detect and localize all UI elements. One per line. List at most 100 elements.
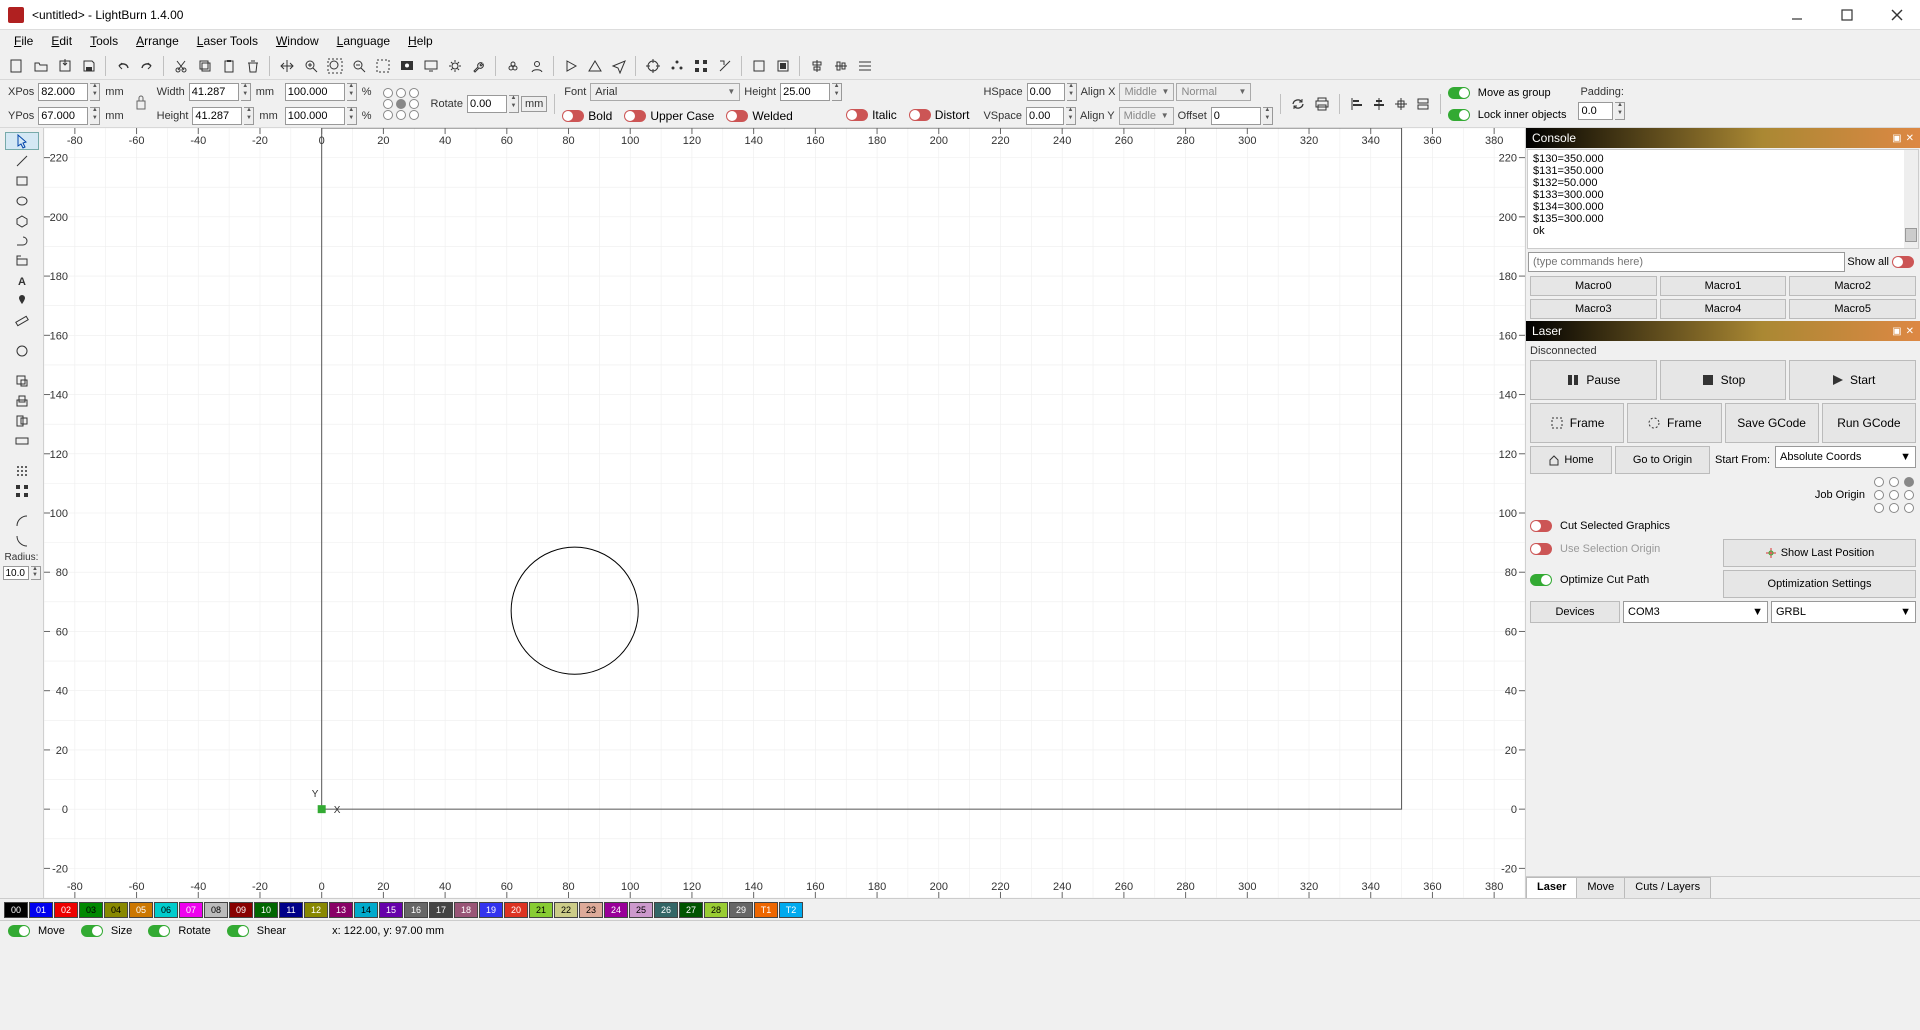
line-tool-icon[interactable] xyxy=(5,152,39,170)
devices-button[interactable]: Devices xyxy=(1530,601,1620,623)
color-swatch[interactable]: 17 xyxy=(429,902,453,918)
pct-spinner[interactable]: ▲▼ xyxy=(347,107,357,125)
rotate-spinner[interactable]: ▲▼ xyxy=(509,95,519,113)
menu-language[interactable]: Language xyxy=(329,32,398,50)
save-gcode-button[interactable]: Save GCode xyxy=(1725,403,1819,443)
color-swatch[interactable]: 25 xyxy=(629,902,653,918)
run-gcode-button[interactable]: Run GCode xyxy=(1822,403,1916,443)
go-origin-button[interactable]: Go to Origin xyxy=(1615,446,1710,474)
align-middle-icon[interactable] xyxy=(1369,94,1389,114)
delete-icon[interactable] xyxy=(242,55,263,76)
color-swatch[interactable]: 19 xyxy=(479,902,503,918)
italic-toggle[interactable] xyxy=(846,109,868,121)
color-swatch[interactable]: 29 xyxy=(729,902,753,918)
ypos-spinner[interactable]: ▲▼ xyxy=(90,107,100,125)
measure-tool-icon[interactable] xyxy=(5,312,39,330)
color-swatch[interactable]: 18 xyxy=(454,902,478,918)
zoom-in-icon[interactable] xyxy=(300,55,321,76)
open-icon[interactable] xyxy=(30,55,51,76)
undo-icon[interactable] xyxy=(112,55,133,76)
console-input[interactable] xyxy=(1528,252,1845,272)
node-edit-b-icon[interactable] xyxy=(5,392,39,410)
align-v-icon[interactable] xyxy=(806,55,827,76)
color-swatch[interactable]: 06 xyxy=(154,902,178,918)
color-swatch[interactable]: 22 xyxy=(554,902,578,918)
menu-window[interactable]: Window xyxy=(268,32,327,50)
save-icon[interactable] xyxy=(78,55,99,76)
aligny-select[interactable]: Middle▼ xyxy=(1119,107,1174,125)
tool-a-icon[interactable] xyxy=(748,55,769,76)
welded-toggle[interactable] xyxy=(726,110,748,122)
tab-tool-icon[interactable] xyxy=(5,252,39,270)
font-select[interactable]: Arial▼ xyxy=(590,83,740,101)
pcth-input[interactable] xyxy=(285,107,345,125)
align-stack-icon[interactable] xyxy=(1413,94,1433,114)
macro-button[interactable]: Macro1 xyxy=(1660,276,1787,296)
gear-icon[interactable] xyxy=(444,55,465,76)
pin-tool-icon[interactable] xyxy=(5,292,39,310)
menu-laser-tools[interactable]: Laser Tools xyxy=(189,32,266,50)
show-all-toggle[interactable] xyxy=(1892,256,1914,268)
color-swatch[interactable]: 02 xyxy=(54,902,78,918)
padding-input[interactable] xyxy=(1578,102,1613,120)
macro-button[interactable]: Macro0 xyxy=(1530,276,1657,296)
node-edit-a-icon[interactable] xyxy=(5,372,39,390)
radius-input[interactable] xyxy=(3,566,29,580)
color-swatch[interactable]: 14 xyxy=(354,902,378,918)
macro-button[interactable]: Macro3 xyxy=(1530,299,1657,319)
opt-settings-button[interactable]: Optimization Settings xyxy=(1723,570,1916,598)
maximize-button[interactable] xyxy=(1832,5,1862,25)
lock-aspect-icon[interactable] xyxy=(131,82,151,126)
copy-icon[interactable] xyxy=(194,55,215,76)
hs-spinner[interactable]: ▲▼ xyxy=(1067,83,1077,101)
curve-b-icon[interactable] xyxy=(5,532,39,550)
alignx-select[interactable]: Middle▼ xyxy=(1119,83,1174,101)
upper-toggle[interactable] xyxy=(624,110,646,122)
start-from-select[interactable]: Absolute Coords▼ xyxy=(1775,446,1916,468)
dist-icon[interactable] xyxy=(854,55,875,76)
pctw-input[interactable] xyxy=(285,83,345,101)
status-rotate-toggle[interactable] xyxy=(148,925,170,937)
macro-button[interactable]: Macro5 xyxy=(1789,299,1916,319)
status-shear-toggle[interactable] xyxy=(227,925,249,937)
macro-button[interactable]: Macro4 xyxy=(1660,299,1787,319)
align-left-icon[interactable] xyxy=(1347,94,1367,114)
color-swatch[interactable]: 28 xyxy=(704,902,728,918)
color-swatch[interactable]: 04 xyxy=(104,902,128,918)
fontheight-input[interactable] xyxy=(780,83,830,101)
array-tool-icon[interactable] xyxy=(5,482,39,500)
color-swatch[interactable]: 01 xyxy=(29,902,53,918)
xpos-spinner[interactable]: ▲▼ xyxy=(90,83,100,101)
print-icon[interactable] xyxy=(1312,94,1332,114)
console-scrollbar[interactable] xyxy=(1904,150,1918,248)
use-sel-toggle[interactable] xyxy=(1530,543,1552,555)
color-swatch[interactable]: 24 xyxy=(604,902,628,918)
frame-circle-button[interactable]: Frame xyxy=(1627,403,1721,443)
preview-icon[interactable] xyxy=(396,55,417,76)
color-swatch[interactable]: 13 xyxy=(329,902,353,918)
zoom-sel-icon[interactable] xyxy=(372,55,393,76)
off-spinner[interactable]: ▲▼ xyxy=(1263,107,1273,125)
pointer-tool-icon[interactable] xyxy=(5,132,39,150)
hspace-input[interactable] xyxy=(1027,83,1065,101)
menu-edit[interactable]: Edit xyxy=(43,32,80,50)
measure-icon[interactable] xyxy=(714,55,735,76)
distort-toggle[interactable] xyxy=(909,109,931,121)
ypos-input[interactable] xyxy=(38,107,88,125)
fh-spinner[interactable]: ▲▼ xyxy=(832,83,842,101)
tool-b-icon[interactable] xyxy=(772,55,793,76)
job-origin-grid[interactable] xyxy=(1874,477,1916,513)
grid-dots-icon[interactable] xyxy=(5,462,39,480)
pct-spinner[interactable]: ▲▼ xyxy=(347,83,357,101)
group-icon[interactable] xyxy=(502,55,523,76)
wrench-icon[interactable] xyxy=(468,55,489,76)
design-canvas[interactable]: XY-80-80-60-60-40-40-20-2000202040406060… xyxy=(44,128,1525,898)
refresh-icon[interactable] xyxy=(1288,94,1308,114)
console-close-icon[interactable]: ✕ xyxy=(1906,133,1914,144)
redo-icon[interactable] xyxy=(136,55,157,76)
tab-cuts[interactable]: Cuts / Layers xyxy=(1624,877,1711,898)
cut-sel-toggle[interactable] xyxy=(1530,520,1552,532)
color-swatch[interactable]: T2 xyxy=(779,902,803,918)
align-h-icon[interactable] xyxy=(830,55,851,76)
anchor-grid[interactable] xyxy=(383,88,421,120)
